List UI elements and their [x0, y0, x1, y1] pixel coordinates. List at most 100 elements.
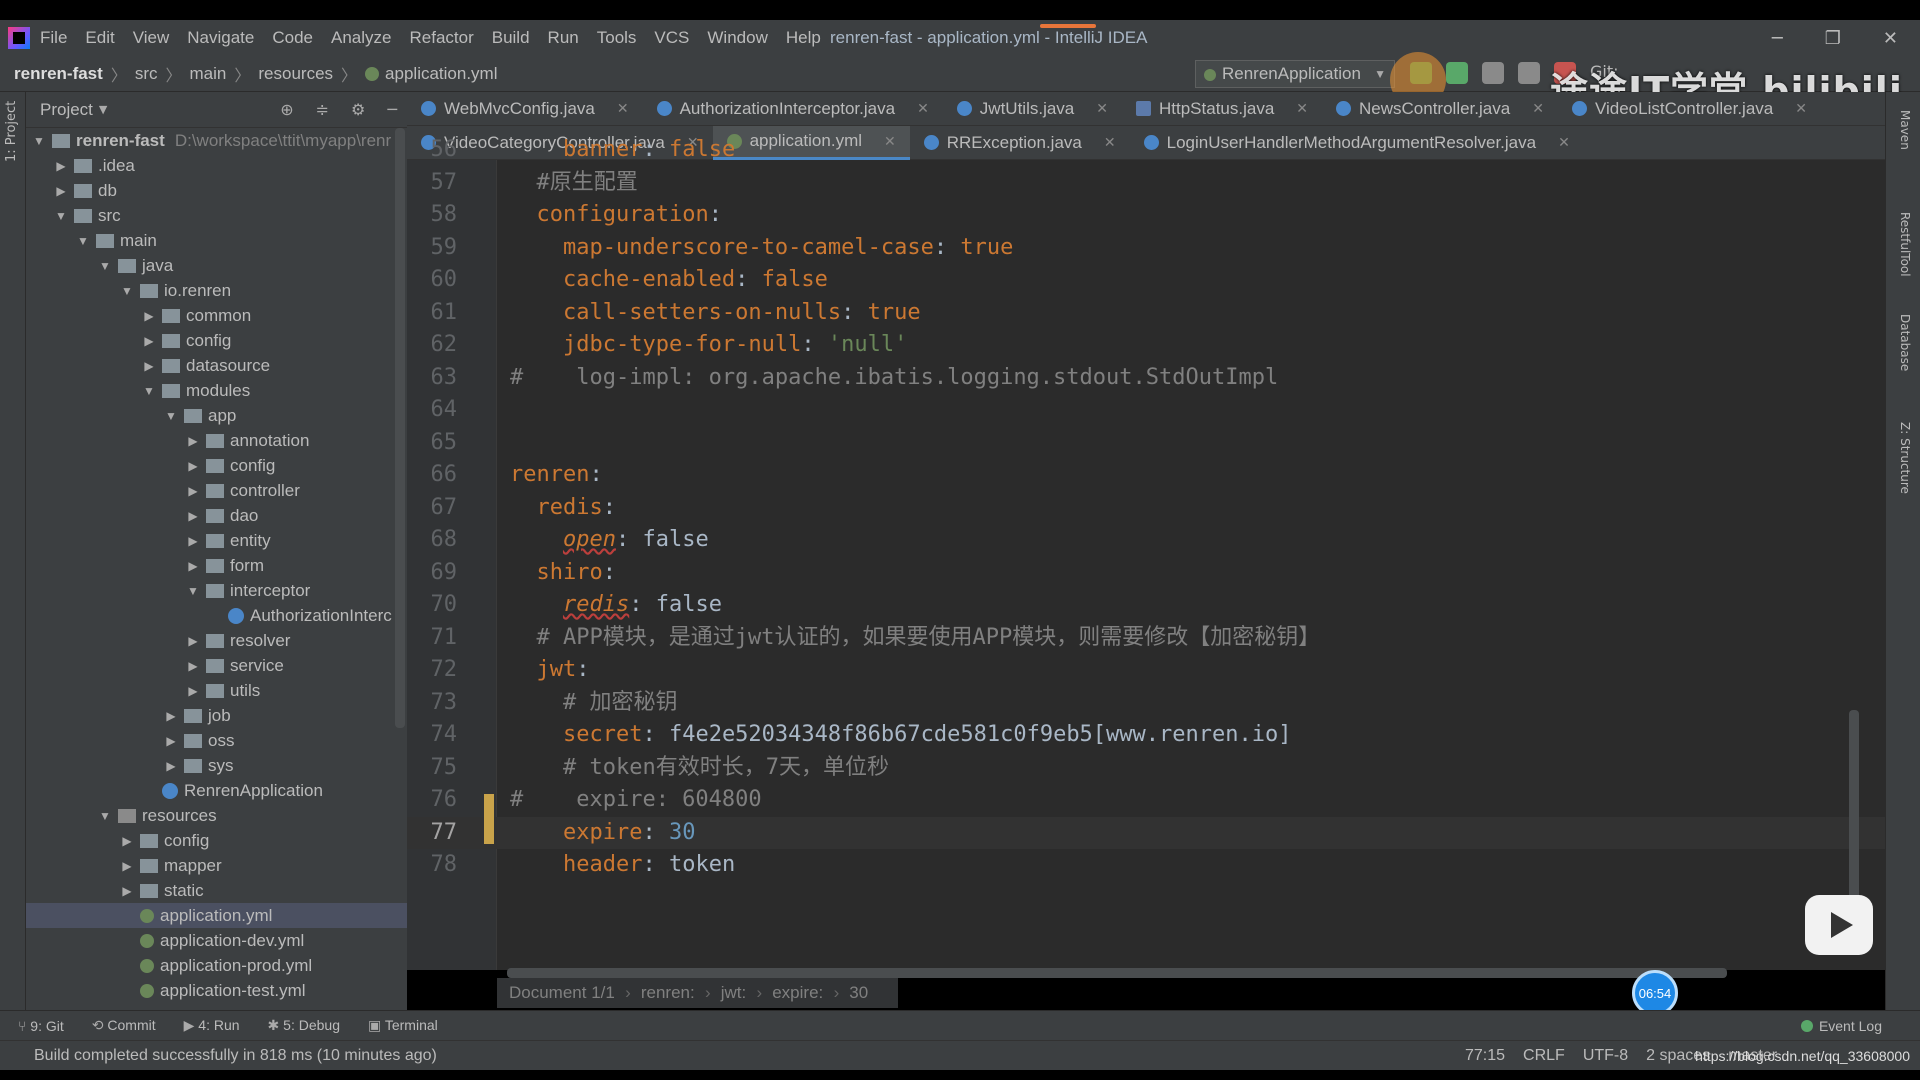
collapse-arrow-icon[interactable]: ▶	[186, 634, 200, 648]
event-log-button[interactable]: Event Log	[1801, 1018, 1882, 1034]
code-line[interactable]: 61 call-setters-on-nulls: true	[407, 297, 1885, 329]
code-line[interactable]: 71 # APP模块，是通过jwt认证的，如果要使用APP模块，则需要修改【加密…	[407, 622, 1885, 654]
collapse-arrow-icon[interactable]: ▶	[164, 759, 178, 773]
code-line[interactable]: 57 #原生配置	[407, 167, 1885, 199]
collapse-arrow-icon[interactable]: ▶	[186, 434, 200, 448]
tree-item[interactable]: application-dev.yml	[26, 928, 407, 953]
tree-item[interactable]: ▼ io.renren	[26, 278, 407, 303]
status-indicator[interactable]: CRLF	[1523, 1047, 1565, 1065]
collapse-all-icon[interactable]: ≑	[316, 100, 329, 119]
tool-window-run[interactable]: ▶ 4: Run	[184, 1017, 240, 1034]
tree-item[interactable]: ▶ db	[26, 178, 407, 203]
close-icon[interactable]: ✕	[1096, 100, 1108, 117]
close-icon[interactable]: ✕	[1296, 100, 1308, 117]
menu-item-tools[interactable]: Tools	[597, 28, 637, 48]
right-tool-button[interactable]: Z: Structure	[1898, 422, 1912, 494]
tree-item[interactable]: ▶ config	[26, 328, 407, 353]
tree-item[interactable]: ▼ interceptor	[26, 578, 407, 603]
tree-item[interactable]: ▶ sys	[26, 753, 407, 778]
collapse-arrow-icon[interactable]: ▶	[164, 734, 178, 748]
tree-item[interactable]: ▶ dao	[26, 503, 407, 528]
close-icon[interactable]: ✕	[617, 100, 629, 117]
code-line[interactable]: 78 header: token	[407, 849, 1885, 881]
menu-item-build[interactable]: Build	[492, 28, 530, 48]
coverage-icon[interactable]	[1482, 62, 1504, 84]
close-icon[interactable]: ✕	[1795, 100, 1807, 117]
breadcrumb-item[interactable]: application.yml	[385, 64, 497, 84]
collapse-arrow-icon[interactable]: ▶	[186, 509, 200, 523]
editor-tab[interactable]: HttpStatus.java ✕	[1122, 92, 1322, 126]
code-line[interactable]: 77 expire: 30	[407, 816, 1885, 849]
right-tool-button[interactable]: RestfulTool	[1898, 212, 1912, 277]
gear-icon[interactable]: ⚙	[351, 100, 365, 119]
code-line[interactable]: 67 redis:	[407, 492, 1885, 524]
run-configuration-dropdown[interactable]: RenrenApplication ▼	[1195, 60, 1395, 88]
expand-arrow-icon[interactable]: ▼	[142, 384, 156, 398]
status-indicator[interactable]: UTF-8	[1583, 1047, 1628, 1065]
editor-breadcrumb-item[interactable]: jwt:	[709, 983, 762, 1003]
code-line[interactable]: 62 jdbc-type-for-null: 'null'	[407, 329, 1885, 361]
editor-tab[interactable]: AuthorizationInterceptor.java ✕	[643, 92, 943, 126]
expand-arrow-icon[interactable]: ▼	[164, 409, 178, 423]
tree-item[interactable]: ▼ java	[26, 253, 407, 278]
menu-item-vcs[interactable]: VCS	[654, 28, 689, 48]
tool-window-terminal[interactable]: ▣ Terminal	[368, 1017, 438, 1034]
tree-item[interactable]: ▶ annotation	[26, 428, 407, 453]
collapse-arrow-icon[interactable]: ▶	[186, 559, 200, 573]
tree-item[interactable]: ▶ datasource	[26, 353, 407, 378]
tree-item[interactable]: application.yml	[26, 903, 407, 928]
collapse-arrow-icon[interactable]: ▶	[54, 159, 68, 173]
tree-item[interactable]: application-prod.yml	[26, 953, 407, 978]
right-tool-button[interactable]: Maven	[1898, 110, 1912, 150]
close-icon[interactable]: ✕	[1532, 100, 1544, 117]
collapse-arrow-icon[interactable]: ▶	[142, 309, 156, 323]
menu-item-file[interactable]: File	[40, 28, 67, 48]
editor-tab[interactable]: VideoListController.java ✕	[1558, 92, 1821, 126]
menu-item-code[interactable]: Code	[272, 28, 313, 48]
expand-arrow-icon[interactable]: ▼	[120, 284, 134, 298]
menu-item-analyze[interactable]: Analyze	[331, 28, 391, 48]
expand-arrow-icon[interactable]: ▼	[98, 259, 112, 273]
collapse-arrow-icon[interactable]: ▶	[186, 684, 200, 698]
code-line[interactable]: 63 # log-impl: org.apache.ibatis.logging.…	[407, 362, 1885, 394]
tree-item[interactable]: ▼ resources	[26, 803, 407, 828]
menu-item-run[interactable]: Run	[548, 28, 579, 48]
expand-arrow-icon[interactable]: ▼	[76, 234, 90, 248]
tree-item[interactable]: ▶ config	[26, 828, 407, 853]
menu-item-navigate[interactable]: Navigate	[187, 28, 254, 48]
project-scrollbar[interactable]	[395, 128, 405, 728]
collapse-arrow-icon[interactable]: ▶	[186, 534, 200, 548]
tree-item[interactable]: ▶ job	[26, 703, 407, 728]
menu-item-view[interactable]: View	[133, 28, 170, 48]
editor-tab[interactable]: JwtUtils.java ✕	[943, 92, 1122, 126]
debug-icon[interactable]	[1446, 62, 1468, 84]
collapse-arrow-icon[interactable]: ▶	[120, 834, 134, 848]
code-editor[interactable]: 56 banner: false 57 #原生配置 58 configuration…	[407, 137, 1885, 978]
expand-arrow-icon[interactable]: ▼	[32, 134, 46, 148]
breadcrumb-item[interactable]: main	[190, 64, 227, 84]
tree-item[interactable]: ▶ .idea	[26, 153, 407, 178]
code-line[interactable]: 60 cache-enabled: false	[407, 264, 1885, 296]
tree-item[interactable]: ▶ service	[26, 653, 407, 678]
tree-item[interactable]: ▶ resolver	[26, 628, 407, 653]
collapse-arrow-icon[interactable]: ▶	[164, 709, 178, 723]
code-line[interactable]: 58 configuration:	[407, 199, 1885, 231]
chevron-down-icon[interactable]: ▼	[99, 103, 107, 116]
breadcrumb-item[interactable]: src	[135, 64, 158, 84]
minimize-icon[interactable]: ─	[1772, 28, 1783, 49]
tool-window-commit[interactable]: ⟲ Commit	[92, 1017, 156, 1034]
tree-item[interactable]: ▼ modules	[26, 378, 407, 403]
code-line[interactable]: 56 banner: false	[407, 134, 1885, 166]
editor-breadcrumb-item[interactable]: renren:	[629, 983, 711, 1003]
tree-item[interactable]: ▶ entity	[26, 528, 407, 553]
code-line[interactable]: 74 secret: f4e2e52034348f86b67cde581c0f9…	[407, 719, 1885, 751]
collapse-arrow-icon[interactable]: ▶	[186, 484, 200, 498]
tree-item[interactable]: ▶ common	[26, 303, 407, 328]
tree-item[interactable]: ▶ form	[26, 553, 407, 578]
tree-item[interactable]: AuthorizationInterc	[26, 603, 407, 628]
editor-breadcrumb-item[interactable]: expire:	[760, 983, 839, 1003]
expand-arrow-icon[interactable]: ▼	[186, 584, 200, 598]
code-line[interactable]: 73 # 加密秘钥	[407, 687, 1885, 719]
horizontal-scrollbar[interactable]	[507, 968, 1727, 978]
collapse-arrow-icon[interactable]: ▶	[186, 659, 200, 673]
